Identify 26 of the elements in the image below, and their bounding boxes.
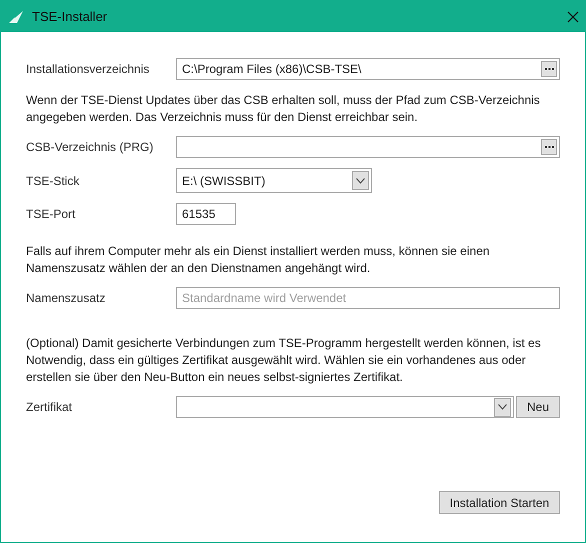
paper-plane-icon <box>9 10 23 22</box>
start-installation-button[interactable]: Installation Starten <box>439 491 560 514</box>
input-field[interactable]: Standardname wird Verwendet <box>176 287 560 309</box>
dropdown-field[interactable] <box>176 396 514 418</box>
chevron-down-icon <box>498 404 507 410</box>
browse-button[interactable] <box>541 61 557 77</box>
info-paragraph: Falls auf ihrem Computer mehr als ein Dienst installiert werden muss, können sie einen Namenszusatz wählen der an den Dienstnamen angehängt wird. <box>26 243 491 277</box>
chevron-down-icon <box>356 178 365 184</box>
dropdown-button[interactable] <box>352 171 369 190</box>
info-paragraph: (Optional) Damit gesicherte Verbindungen zum TSE-Programm hergestellt werden können, ist es Notwendig, dass ein gültiges Zertifikat ausgewählt wird. Wählen sie ein vorhandenes aus oder erstellen sie über den Neu-Button ein neues selbst-signiertes Zertifikat. <box>26 335 542 386</box>
window-title: TSE-Installer <box>32 8 108 26</box>
close-icon[interactable] <box>567 10 579 22</box>
field-label: Zertifikat <box>26 399 74 416</box>
path-field[interactable] <box>176 136 560 158</box>
field-label: Namenszusatz <box>26 290 106 307</box>
new-button[interactable]: Neu <box>516 396 560 418</box>
dropdown-button[interactable] <box>494 398 511 416</box>
info-paragraph: Wenn der TSE-Dienst Updates über das CSB erhalten soll, muss der Pfad zum CSB-Verzeichnis angegeben werden. Das Verzeichnis muss für den Dienst erreichbar sein. <box>26 92 541 126</box>
path-field[interactable]: C:\Program Files (x86)\CSB-TSE\ <box>176 58 560 80</box>
field-label: TSE-Port <box>26 206 76 223</box>
dropdown-field[interactable]: E:\ (SWISSBIT) <box>176 168 372 193</box>
browse-button[interactable] <box>541 139 557 155</box>
field-label: CSB-Verzeichnis (PRG) <box>26 139 154 156</box>
input-field[interactable]: 61535 <box>176 203 236 225</box>
field-label: Installationsverzeichnis <box>26 61 150 78</box>
field-label: TSE-Stick <box>26 172 80 190</box>
